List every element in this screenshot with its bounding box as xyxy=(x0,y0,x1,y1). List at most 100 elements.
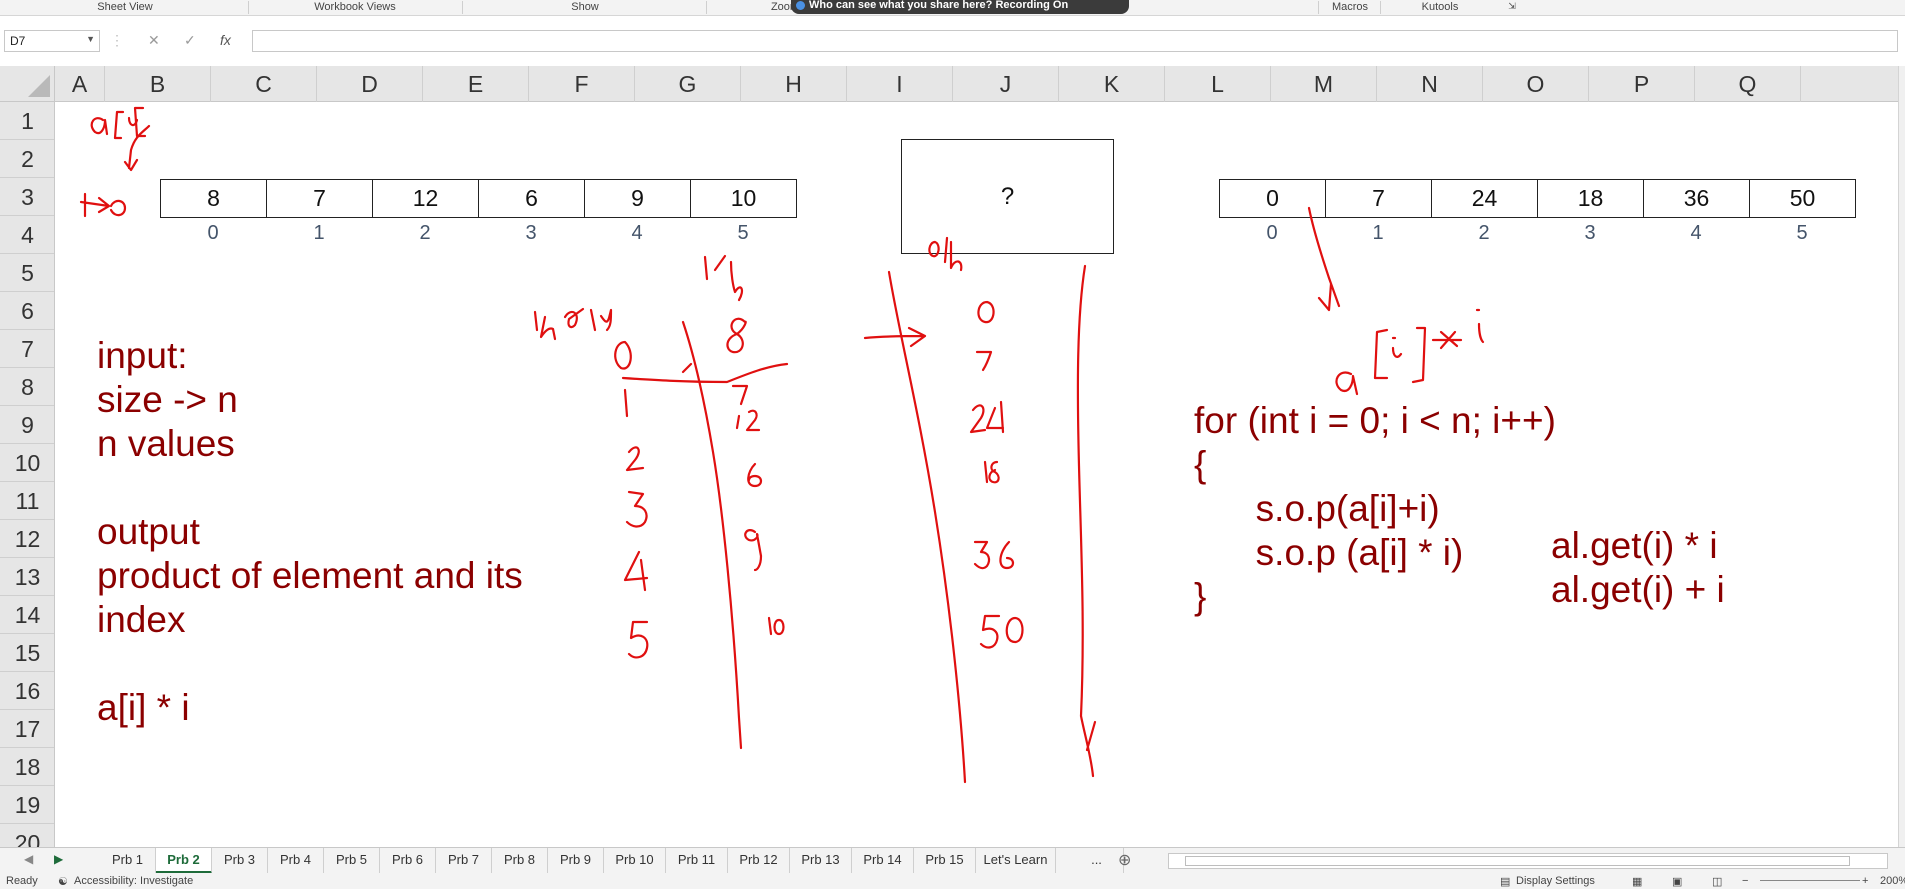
row-header[interactable]: 13 xyxy=(0,558,54,596)
row-header[interactable]: 1 xyxy=(0,102,54,140)
row-header[interactable]: 7 xyxy=(0,330,54,368)
column-header[interactable]: Q xyxy=(1695,66,1801,102)
column-header[interactable]: G xyxy=(635,66,741,102)
zoom-level[interactable]: 200% xyxy=(1880,875,1905,887)
share-banner[interactable]: Who can see what you share here? Recordi… xyxy=(791,0,1129,14)
normal-view-icon[interactable]: ▦ xyxy=(1632,875,1642,888)
status-ready: Ready xyxy=(6,875,38,887)
handwritten-op xyxy=(928,236,963,272)
vertical-scrollbar[interactable] xyxy=(1898,66,1905,847)
sheet-tab[interactable]: Let's Learn xyxy=(976,848,1056,874)
select-all-button[interactable] xyxy=(0,66,55,102)
zoom-slider[interactable] xyxy=(1760,880,1860,881)
display-settings-button[interactable]: Display Settings xyxy=(1516,875,1595,887)
add-sheet-icon[interactable]: ⊕ xyxy=(1118,850,1131,870)
chevron-down-icon[interactable]: ▼ xyxy=(86,34,95,44)
ribbon-group-workbook-views[interactable]: Workbook Views xyxy=(290,1,420,13)
enter-icon[interactable]: ✓ xyxy=(184,32,196,49)
page-layout-icon[interactable]: ▣ xyxy=(1672,875,1682,888)
column-header[interactable]: E xyxy=(423,66,529,102)
column-header[interactable]: F xyxy=(529,66,635,102)
more-sheets-button[interactable]: ... xyxy=(1070,848,1124,874)
dialog-launcher-icon[interactable]: ⇲ xyxy=(1505,1,1519,12)
sheet-tab[interactable]: Prb 10 xyxy=(604,848,666,874)
ribbon-group-sheet-view[interactable]: Sheet View xyxy=(70,1,180,13)
handwritten-4 xyxy=(623,550,649,592)
row-header[interactable]: 6 xyxy=(0,292,54,330)
name-box[interactable]: D7 ▼ xyxy=(4,30,100,52)
handwritten-3 xyxy=(625,490,648,528)
column-header[interactable]: D xyxy=(317,66,423,102)
row-header[interactable]: 19 xyxy=(0,786,54,824)
zoom-out-icon[interactable]: − xyxy=(1742,875,1748,887)
ribbon-group-macros[interactable]: Macros xyxy=(1320,1,1380,13)
sheet-tab[interactable]: Prb 14 xyxy=(852,848,914,874)
sheet-tab[interactable]: Prb 11 xyxy=(666,848,728,874)
arrow-to-output xyxy=(863,326,927,348)
formula-input[interactable] xyxy=(252,30,1898,52)
row-header[interactable]: 14 xyxy=(0,596,54,634)
divider-line xyxy=(1076,264,1097,778)
sheet-tab[interactable]: Prb 12 xyxy=(728,848,790,874)
row-header[interactable]: 20 xyxy=(0,824,54,847)
sheet-tab-active[interactable]: Prb 2 xyxy=(156,848,212,874)
column-header[interactable]: K xyxy=(1059,66,1165,102)
row-header[interactable]: 3 xyxy=(0,178,54,216)
tab-prev-icon[interactable]: ◀ xyxy=(24,852,33,866)
row-header[interactable]: 11 xyxy=(0,482,54,520)
row-header[interactable]: 10 xyxy=(0,444,54,482)
zoom-in-icon[interactable]: + xyxy=(1862,875,1868,887)
handwritten-7-out xyxy=(975,350,993,372)
sheet-tab[interactable]: Prb 9 xyxy=(548,848,604,874)
arrow-i-to-index xyxy=(79,192,111,218)
row-headers: 1 2 3 4 5 6 7 8 9 10 11 12 13 14 15 16 1… xyxy=(0,102,55,847)
tab-next-icon[interactable]: ▶ xyxy=(54,852,63,866)
worksheet-grid: A B C D E F G H I J K L M N O P Q 1 2 3 … xyxy=(0,66,1905,847)
column-header[interactable]: L xyxy=(1165,66,1271,102)
row-header[interactable]: 18 xyxy=(0,748,54,786)
horizontal-scrollbar[interactable] xyxy=(1168,853,1888,869)
handwritten-6 xyxy=(747,462,763,488)
sheet-tab[interactable]: Prb 1 xyxy=(100,848,156,874)
handwritten-1 xyxy=(623,388,629,418)
ribbon-group-kutools[interactable]: Kutools xyxy=(1400,1,1480,13)
sheet-tab[interactable]: Prb 13 xyxy=(790,848,852,874)
row-header[interactable]: 8 xyxy=(0,368,54,406)
handwritten-5 xyxy=(627,620,649,659)
row-header[interactable]: 2 xyxy=(0,140,54,178)
row-header[interactable]: 5 xyxy=(0,254,54,292)
cancel-icon[interactable]: ✕ xyxy=(148,32,160,49)
sheet-tab[interactable]: Prb 5 xyxy=(324,848,380,874)
handwritten-0 xyxy=(614,340,632,370)
scrollbar-thumb[interactable] xyxy=(1185,856,1850,866)
row-header[interactable]: 17 xyxy=(0,710,54,748)
sheet-tab[interactable]: Prb 8 xyxy=(492,848,548,874)
column-header[interactable]: I xyxy=(847,66,953,102)
ribbon-separator xyxy=(248,1,249,14)
ribbon-group-show[interactable]: Show xyxy=(540,1,630,13)
column-header[interactable]: P xyxy=(1589,66,1695,102)
accessibility-status[interactable]: Accessibility: Investigate xyxy=(74,875,193,887)
column-header[interactable]: O xyxy=(1483,66,1589,102)
sheet-tab[interactable]: Prb 3 xyxy=(212,848,268,874)
column-header[interactable]: H xyxy=(741,66,847,102)
handwritten-bracket xyxy=(1373,328,1389,380)
row-header[interactable]: 12 xyxy=(0,520,54,558)
column-header[interactable]: M xyxy=(1271,66,1377,102)
page-break-icon[interactable]: ◫ xyxy=(1712,875,1722,888)
sheet-tab[interactable]: Prb 4 xyxy=(268,848,324,874)
row-header[interactable]: 16 xyxy=(0,672,54,710)
row-header[interactable]: 4 xyxy=(0,216,54,254)
sheet-tab[interactable]: Prb 6 xyxy=(380,848,436,874)
row-header[interactable]: 9 xyxy=(0,406,54,444)
column-header[interactable]: C xyxy=(211,66,317,102)
row-header[interactable]: 15 xyxy=(0,634,54,672)
column-header[interactable]: J xyxy=(953,66,1059,102)
column-header[interactable]: A xyxy=(55,66,105,102)
column-header[interactable]: N xyxy=(1377,66,1483,102)
insert-function-icon[interactable]: fx xyxy=(220,32,231,48)
sheet-tab[interactable]: Prb 15 xyxy=(914,848,976,874)
column-header[interactable]: B xyxy=(105,66,211,102)
sheet-tab[interactable]: Prb 7 xyxy=(436,848,492,874)
cell-area[interactable]: 8 7 12 6 9 10 0 1 2 3 4 5 ? 0 7 24 18 36… xyxy=(55,102,1905,847)
